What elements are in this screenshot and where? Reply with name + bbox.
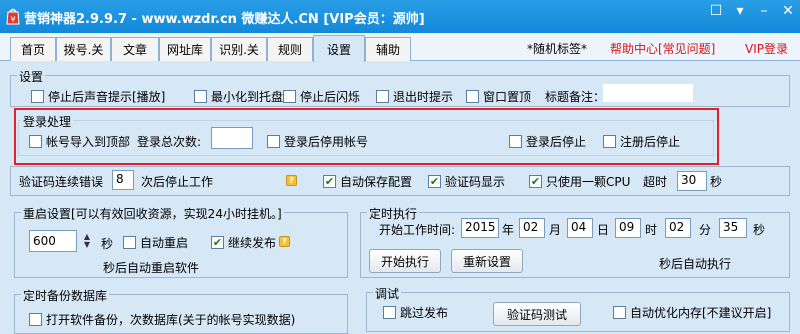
single-cpu-checkbox[interactable]: ✔ 只使用一颗CPU [529,173,630,190]
captcha-group: 验证码连续错误 8 次后停止工作 ? ✔ 自动保存配置 ✔ 验证码显示 ✔ 只使用一颗… [10,166,790,196]
checkbox-box [194,90,207,103]
settings-legend: 设置 [17,68,46,85]
restart-seconds-input[interactable]: 600 [29,230,77,252]
check-icon: ✔ [323,175,336,188]
hour-input[interactable]: 09 [615,218,641,238]
restart-group: 重启设置[可以有效回收资源，实现24小时挂机。] 600 ▲ ▼ 秒 自动重启 ✔… [14,205,348,278]
checkbox-box [466,90,479,103]
tab-dial[interactable]: 拨号.关 [56,37,111,61]
debug-legend: 调试 [373,285,402,302]
reset-button[interactable]: 重新设置 [451,249,523,273]
auto-save-checkbox[interactable]: ✔ 自动保存配置 [323,173,412,190]
tab-article[interactable]: 文章 [111,37,159,61]
minute-input[interactable]: 02 [665,218,691,238]
captcha-error-input[interactable]: 8 [112,170,134,190]
backup-legend: 定时备份数据库 [21,287,110,304]
minimize-tray-checkbox[interactable]: 最小化到托盘 [194,88,283,105]
checkbox-box [31,90,44,103]
title-note-label: 标题备注： [545,90,606,104]
continue-publish-checkbox[interactable]: ✔ 继续发布 [211,234,276,251]
second-unit: 秒 [753,223,766,237]
hour-unit: 时 [645,223,658,237]
skip-publish-checkbox[interactable]: 跳过发布 [383,304,448,321]
skin-icon[interactable]: ☐ [704,0,728,22]
help-center-link[interactable]: 帮助中心[常见问题] [610,40,715,57]
debug-group: 调试 跳过发布 验证码测试 自动优化内存[不建议开启] [366,285,790,332]
auto-restart-checkbox[interactable]: 自动重启 [123,234,188,251]
restart-seconds-unit: 秒 [101,237,114,251]
menu-icon[interactable]: ▾ [728,0,752,22]
app-icon: ¥ [6,8,20,25]
stop-sound-checkbox[interactable]: 停止后声音提示[播放] [31,88,165,105]
month-unit: 月 [549,223,562,237]
checkbox-box [613,306,626,319]
exit-prompt-checkbox[interactable]: 退出时提示 [376,88,453,105]
minute-unit: 分 [699,223,712,237]
checkbox-box [383,306,396,319]
restart-legend: 重启设置[可以有效回收资源，实现24小时挂机。] [21,205,284,222]
tab-assist[interactable]: 辅助 [365,37,411,61]
title-note-input[interactable] [603,84,693,102]
checkbox-box [123,236,136,249]
captcha-error-label: 验证码连续错误 [19,175,104,189]
scheduled-note: 秒后自动执行 [659,257,732,271]
settings-group: 设置 停止后声音提示[播放] 最小化到托盘 停止后闪烁 退出时提示 窗口置顶 标… [10,68,790,107]
close-icon[interactable]: ✕ [776,0,800,22]
window-title: 营销神器2.9.9.7 - www.wzdr.cn 微赚达人.CN [VIP会员… [24,12,425,27]
start-time-label: 开始工作时间: [379,223,456,237]
check-icon: ✔ [211,236,224,249]
tab-recognition[interactable]: 识别.关 [211,37,267,61]
help-icon[interactable]: ? [286,175,297,186]
restart-note: 秒后自动重启软件 [103,261,200,275]
vip-login-link[interactable]: VIP登录 [745,40,788,57]
stop-flash-checkbox[interactable]: 停止后闪烁 [283,88,360,105]
day-input[interactable]: 04 [567,218,593,238]
svg-text:¥: ¥ [10,15,15,24]
checkbox-box [376,90,389,103]
checkbox-box [29,313,42,326]
highlight-box [14,108,719,165]
timeout-label: 超时 [643,175,668,189]
captcha-test-button[interactable]: 验证码测试 [493,302,581,326]
auto-optimize-checkbox[interactable]: 自动优化内存[不建议开启] [613,304,771,321]
backup-checkbox[interactable]: 打开软件备份，次数据库(关于的帐号实现数据) [29,311,295,328]
title-bar: ¥ 营销神器2.9.9.7 - www.wzdr.cn 微赚达人.CN [VIP… [0,0,800,33]
tab-home[interactable]: 首页 [10,37,56,61]
start-execute-button[interactable]: 开始执行 [369,249,441,273]
year-unit: 年 [502,223,515,237]
tab-url-library[interactable]: 网址库 [159,37,211,61]
check-icon: ✔ [529,175,542,188]
captcha-show-checkbox[interactable]: ✔ 验证码显示 [428,173,505,190]
check-icon: ✔ [428,175,441,188]
captcha-error-suffix: 次后停止工作 [141,175,214,189]
spinner-icon[interactable]: ▲ ▼ [81,233,93,249]
second-input[interactable]: 35 [719,218,747,238]
day-unit: 日 [597,223,610,237]
tab-settings[interactable]: 设置 [313,35,365,62]
timeout-input[interactable]: 30 [677,171,707,191]
year-input[interactable]: 2015 [461,218,499,238]
random-tag-link[interactable]: *随机标签* [527,40,587,57]
backup-group: 定时备份数据库 打开软件备份，次数据库(关于的帐号实现数据) [14,287,348,334]
help-icon[interactable]: ? [279,236,290,247]
timeout-unit: 秒 [710,175,723,189]
window-top-checkbox[interactable]: 窗口置顶 [466,88,531,105]
month-input[interactable]: 02 [519,218,545,238]
tab-rules[interactable]: 规则 [267,37,313,61]
minimize-icon[interactable]: – [752,0,776,22]
scheduled-group: 定时执行 开始工作时间: 2015 年 02 月 04 日 09 时 02 分 … [360,205,790,278]
checkbox-box [283,90,296,103]
scheduled-legend: 定时执行 [367,205,420,222]
